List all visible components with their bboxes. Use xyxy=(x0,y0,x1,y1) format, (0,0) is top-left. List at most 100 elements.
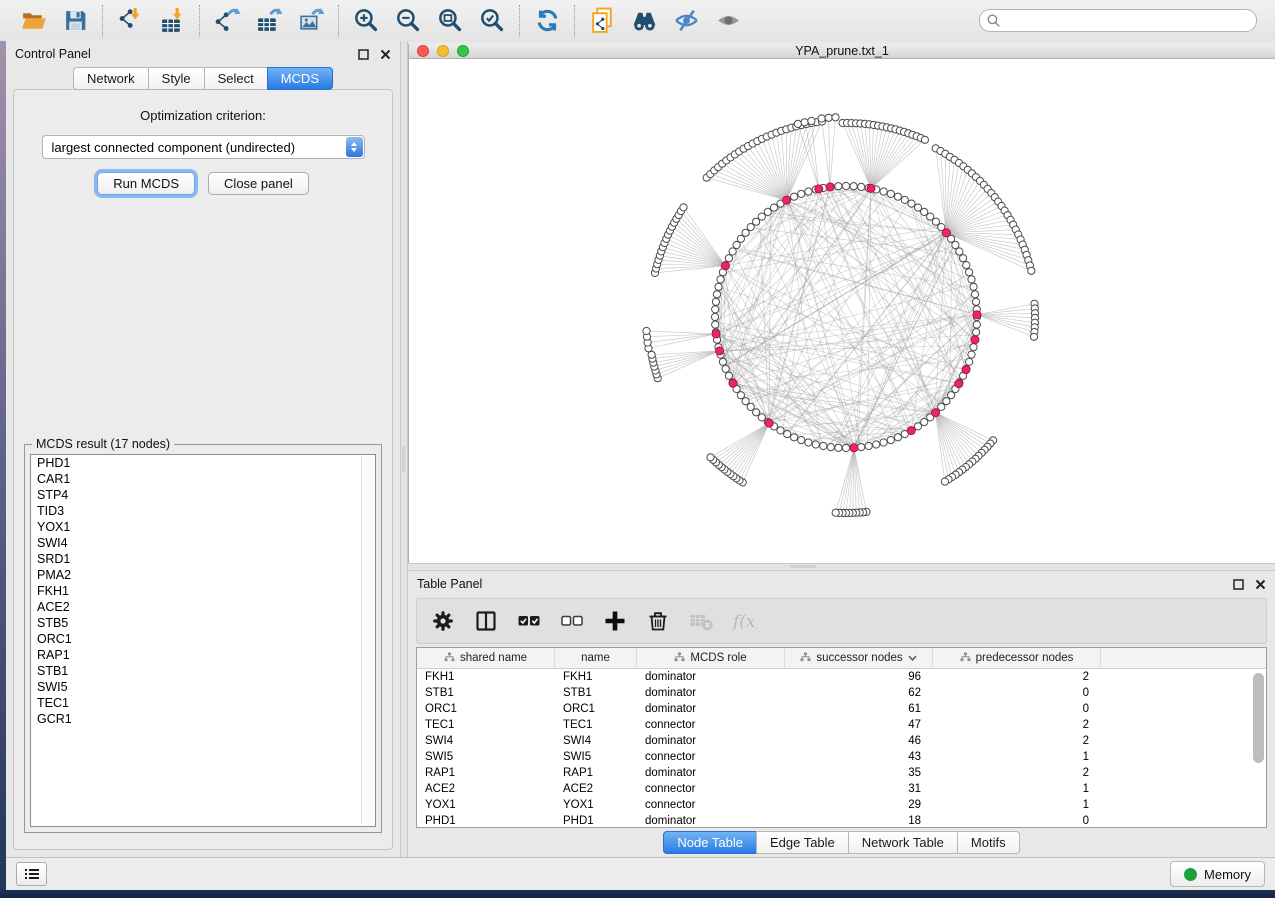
float-window-icon[interactable] xyxy=(1233,579,1244,590)
tab-mcds[interactable]: MCDS xyxy=(267,67,333,90)
export-table-icon[interactable] xyxy=(254,6,284,36)
table-row[interactable]: YOX1YOX1connector291 xyxy=(417,797,1266,813)
mcds-list-item[interactable]: SWI4 xyxy=(31,535,375,551)
mcds-list-item[interactable]: STB5 xyxy=(31,615,375,631)
show-hide-columns-icon[interactable] xyxy=(473,608,499,634)
mcds-list-item[interactable]: PHD1 xyxy=(31,455,375,471)
tab-edge-table[interactable]: Edge Table xyxy=(756,831,848,854)
table-cell: 35 xyxy=(785,767,933,779)
mcds-list-item[interactable]: RAP1 xyxy=(31,647,375,663)
table-row[interactable]: TEC1TEC1connector472 xyxy=(417,717,1266,733)
network-titlebar[interactable]: YPA_prune.txt_1 xyxy=(409,44,1275,59)
table-cell: 2 xyxy=(933,671,1101,683)
column-header-successor-nodes[interactable]: successor nodes xyxy=(785,648,933,668)
column-header-name[interactable]: name xyxy=(555,648,637,668)
tab-network-table[interactable]: Network Table xyxy=(848,831,957,854)
scrollbar-thumb[interactable] xyxy=(1253,673,1264,763)
table-cell: connector xyxy=(637,751,785,763)
mcds-result-list[interactable]: PHD1CAR1STP4TID3YOX1SWI4SRD1PMA2FKH1ACE2… xyxy=(30,454,376,827)
network-graph[interactable] xyxy=(409,59,1275,558)
optimization-label: Optimization criterion: xyxy=(140,108,266,123)
create-column-icon[interactable] xyxy=(602,608,628,634)
delete-columns-icon[interactable] xyxy=(645,608,671,634)
table-row[interactable]: SWI5SWI5connector431 xyxy=(417,749,1266,765)
export-network-icon[interactable] xyxy=(212,6,242,36)
table-cell: dominator xyxy=(637,735,785,747)
close-window-icon[interactable] xyxy=(417,45,429,57)
mcds-list-item[interactable]: YOX1 xyxy=(31,519,375,535)
new-network-document-icon[interactable] xyxy=(587,6,617,36)
main-toolbar xyxy=(0,0,1275,42)
close-panel-icon[interactable] xyxy=(380,49,391,60)
optimization-select[interactable]: largest connected component (undirected) xyxy=(42,135,365,159)
table-body: FKH1FKH1dominator962STB1STB1dominator620… xyxy=(417,669,1266,828)
deselect-all-rows-icon[interactable] xyxy=(559,608,585,634)
table-row[interactable]: ORC1ORC1dominator610 xyxy=(417,701,1266,717)
minimize-window-icon[interactable] xyxy=(437,45,449,57)
table-row[interactable]: STB1STB1dominator620 xyxy=(417,685,1266,701)
mcds-list-item[interactable]: TEC1 xyxy=(31,695,375,711)
refresh-view-icon[interactable] xyxy=(532,6,562,36)
column-header-MCDS-role[interactable]: MCDS role xyxy=(637,648,785,668)
table-cell: dominator xyxy=(637,671,785,683)
list-scrollbar[interactable] xyxy=(361,456,374,825)
mcds-list-item[interactable]: GCR1 xyxy=(31,711,375,727)
table-mode-gear-icon[interactable] xyxy=(430,608,456,634)
zoom-in-icon[interactable] xyxy=(351,6,381,36)
vertical-splitter[interactable] xyxy=(400,41,408,857)
horizontal-splitter[interactable] xyxy=(408,563,1275,571)
table-row[interactable]: ACE2ACE2connector311 xyxy=(417,781,1266,797)
tab-style[interactable]: Style xyxy=(148,67,204,90)
import-table-icon[interactable] xyxy=(157,6,187,36)
search-input[interactable] xyxy=(1005,13,1249,29)
export-image-icon[interactable] xyxy=(296,6,326,36)
maximize-window-icon[interactable] xyxy=(457,45,469,57)
memory-button[interactable]: Memory xyxy=(1170,861,1265,887)
table-cell: ACE2 xyxy=(555,783,637,795)
zoom-out-icon[interactable] xyxy=(393,6,423,36)
table-row[interactable]: FKH1FKH1dominator962 xyxy=(417,669,1266,685)
birds-eye-view-icon[interactable] xyxy=(629,6,659,36)
zoom-selected-icon[interactable] xyxy=(477,6,507,36)
select-all-rows-icon[interactable] xyxy=(516,608,542,634)
mcds-list-item[interactable]: TID3 xyxy=(31,503,375,519)
search-box[interactable] xyxy=(979,9,1257,32)
table-scrollbar[interactable] xyxy=(1253,671,1264,827)
mcds-list-item[interactable]: FKH1 xyxy=(31,583,375,599)
task-list-icon[interactable] xyxy=(16,862,47,886)
close-panel-icon[interactable] xyxy=(1255,579,1266,590)
memory-status-dot xyxy=(1184,868,1197,881)
mcds-list-item[interactable]: STB1 xyxy=(31,663,375,679)
mcds-list-item[interactable]: CAR1 xyxy=(31,471,375,487)
hide-graphics-details-icon[interactable] xyxy=(671,6,701,36)
close-panel-button[interactable]: Close panel xyxy=(208,172,309,195)
column-header-predecessor-nodes[interactable]: predecessor nodes xyxy=(933,648,1101,668)
tab-motifs[interactable]: Motifs xyxy=(957,831,1020,854)
mcds-list-item[interactable]: PMA2 xyxy=(31,567,375,583)
zoom-fit-icon[interactable] xyxy=(435,6,465,36)
tab-select[interactable]: Select xyxy=(204,67,267,90)
tab-node-table[interactable]: Node Table xyxy=(663,831,756,854)
float-window-icon[interactable] xyxy=(358,49,369,60)
table-cell: connector xyxy=(637,799,785,811)
table-row[interactable]: RAP1RAP1dominator352 xyxy=(417,765,1266,781)
table-row[interactable]: PHD1PHD1dominator180 xyxy=(417,813,1266,828)
mcds-list-item[interactable]: ORC1 xyxy=(31,631,375,647)
mcds-list-item[interactable]: SRD1 xyxy=(31,551,375,567)
mcds-list-item[interactable]: STP4 xyxy=(31,487,375,503)
table-row[interactable]: SWI4SWI4dominator462 xyxy=(417,733,1266,749)
mcds-list-item[interactable]: ACE2 xyxy=(31,599,375,615)
table-cell: dominator xyxy=(637,815,785,827)
import-network-icon[interactable] xyxy=(115,6,145,36)
mcds-list-item[interactable]: SWI5 xyxy=(31,679,375,695)
table-cell: dominator xyxy=(637,687,785,699)
save-session-icon[interactable] xyxy=(60,6,90,36)
network-canvas[interactable] xyxy=(409,59,1275,563)
show-graphics-details-icon[interactable] xyxy=(713,6,743,36)
column-header-shared-name[interactable]: shared name xyxy=(417,648,555,668)
open-file-icon[interactable] xyxy=(18,6,48,36)
mcds-panel: Optimization criterion: largest connecte… xyxy=(13,89,393,850)
run-mcds-button[interactable]: Run MCDS xyxy=(97,172,195,195)
tab-network[interactable]: Network xyxy=(73,67,148,90)
control-panel: Control Panel NetworkStyleSelectMCDS Opt… xyxy=(6,41,400,857)
